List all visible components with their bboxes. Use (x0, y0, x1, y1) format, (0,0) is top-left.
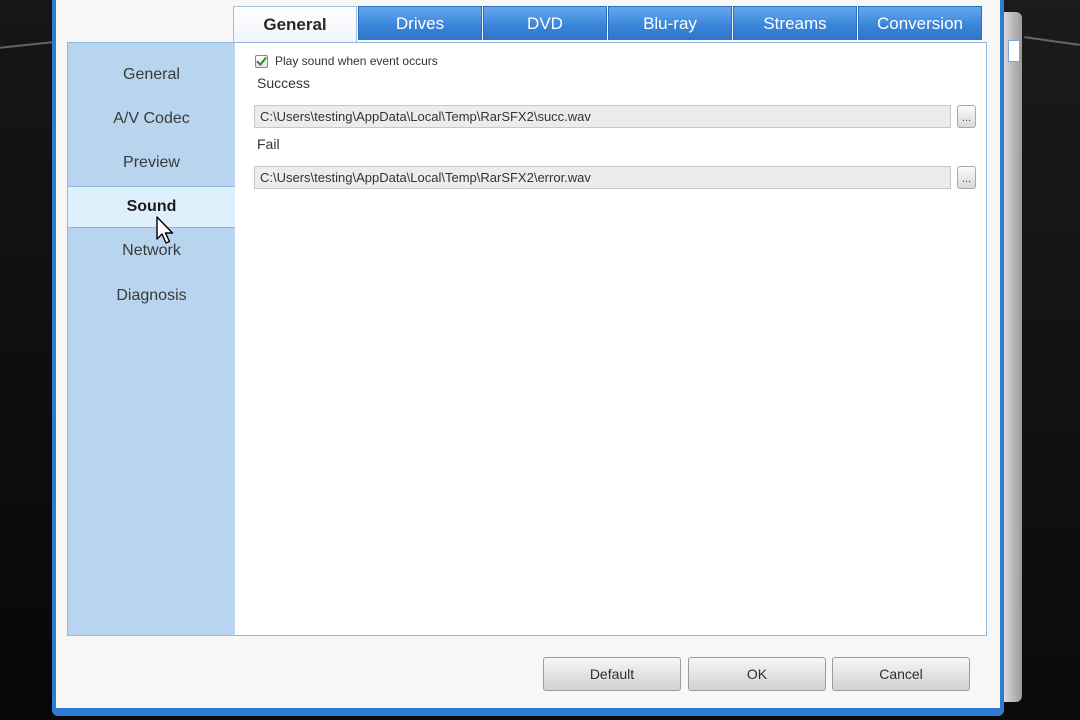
play-sound-label: Play sound when event occurs (275, 54, 438, 68)
tab-drives[interactable]: Drives (358, 6, 482, 40)
ok-button[interactable]: OK (688, 657, 826, 691)
fail-path-field[interactable]: C:\Users\testing\AppData\Local\Temp\RarS… (254, 166, 951, 189)
tab-dvd[interactable]: DVD (483, 6, 607, 40)
tab-general[interactable]: General (233, 6, 357, 42)
play-sound-option: Play sound when event occurs (255, 53, 438, 69)
fail-path-value: C:\Users\testing\AppData\Local\Temp\RarS… (260, 170, 591, 185)
top-tab-bar: General Drives DVD Blu-ray Streams Conve… (233, 6, 983, 42)
checkmark-icon (256, 56, 267, 66)
sidebar-item-av-codec[interactable]: A/V Codec (68, 98, 235, 140)
tab-blu-ray[interactable]: Blu-ray (608, 6, 732, 40)
mouse-cursor-icon (156, 216, 174, 244)
fail-label: Fail (257, 136, 280, 152)
sidebar-item-network[interactable]: Network (68, 230, 235, 272)
cancel-button[interactable]: Cancel (832, 657, 970, 691)
tab-conversion[interactable]: Conversion (858, 6, 982, 40)
tab-streams[interactable]: Streams (733, 6, 857, 40)
play-sound-checkbox[interactable] (255, 54, 268, 68)
sidebar-item-preview[interactable]: Preview (68, 142, 235, 184)
sidebar-item-diagnosis[interactable]: Diagnosis (68, 275, 235, 317)
fail-browse-button[interactable]: ... (957, 166, 976, 189)
desktop-background-left (0, 0, 52, 720)
category-sidebar: General A/V Codec Preview Sound Network … (67, 42, 235, 636)
success-path-value: C:\Users\testing\AppData\Local\Temp\RarS… (260, 109, 591, 124)
default-button[interactable]: Default (543, 657, 681, 691)
background-window-edge (1008, 40, 1020, 62)
sidebar-item-general[interactable]: General (68, 54, 235, 96)
background-window-frame (1004, 12, 1022, 702)
sidebar-item-sound[interactable]: Sound (68, 186, 235, 228)
success-browse-button[interactable]: ... (957, 105, 976, 128)
sound-settings-panel (235, 42, 987, 636)
success-path-field[interactable]: C:\Users\testing\AppData\Local\Temp\RarS… (254, 105, 951, 128)
success-label: Success (257, 75, 310, 91)
